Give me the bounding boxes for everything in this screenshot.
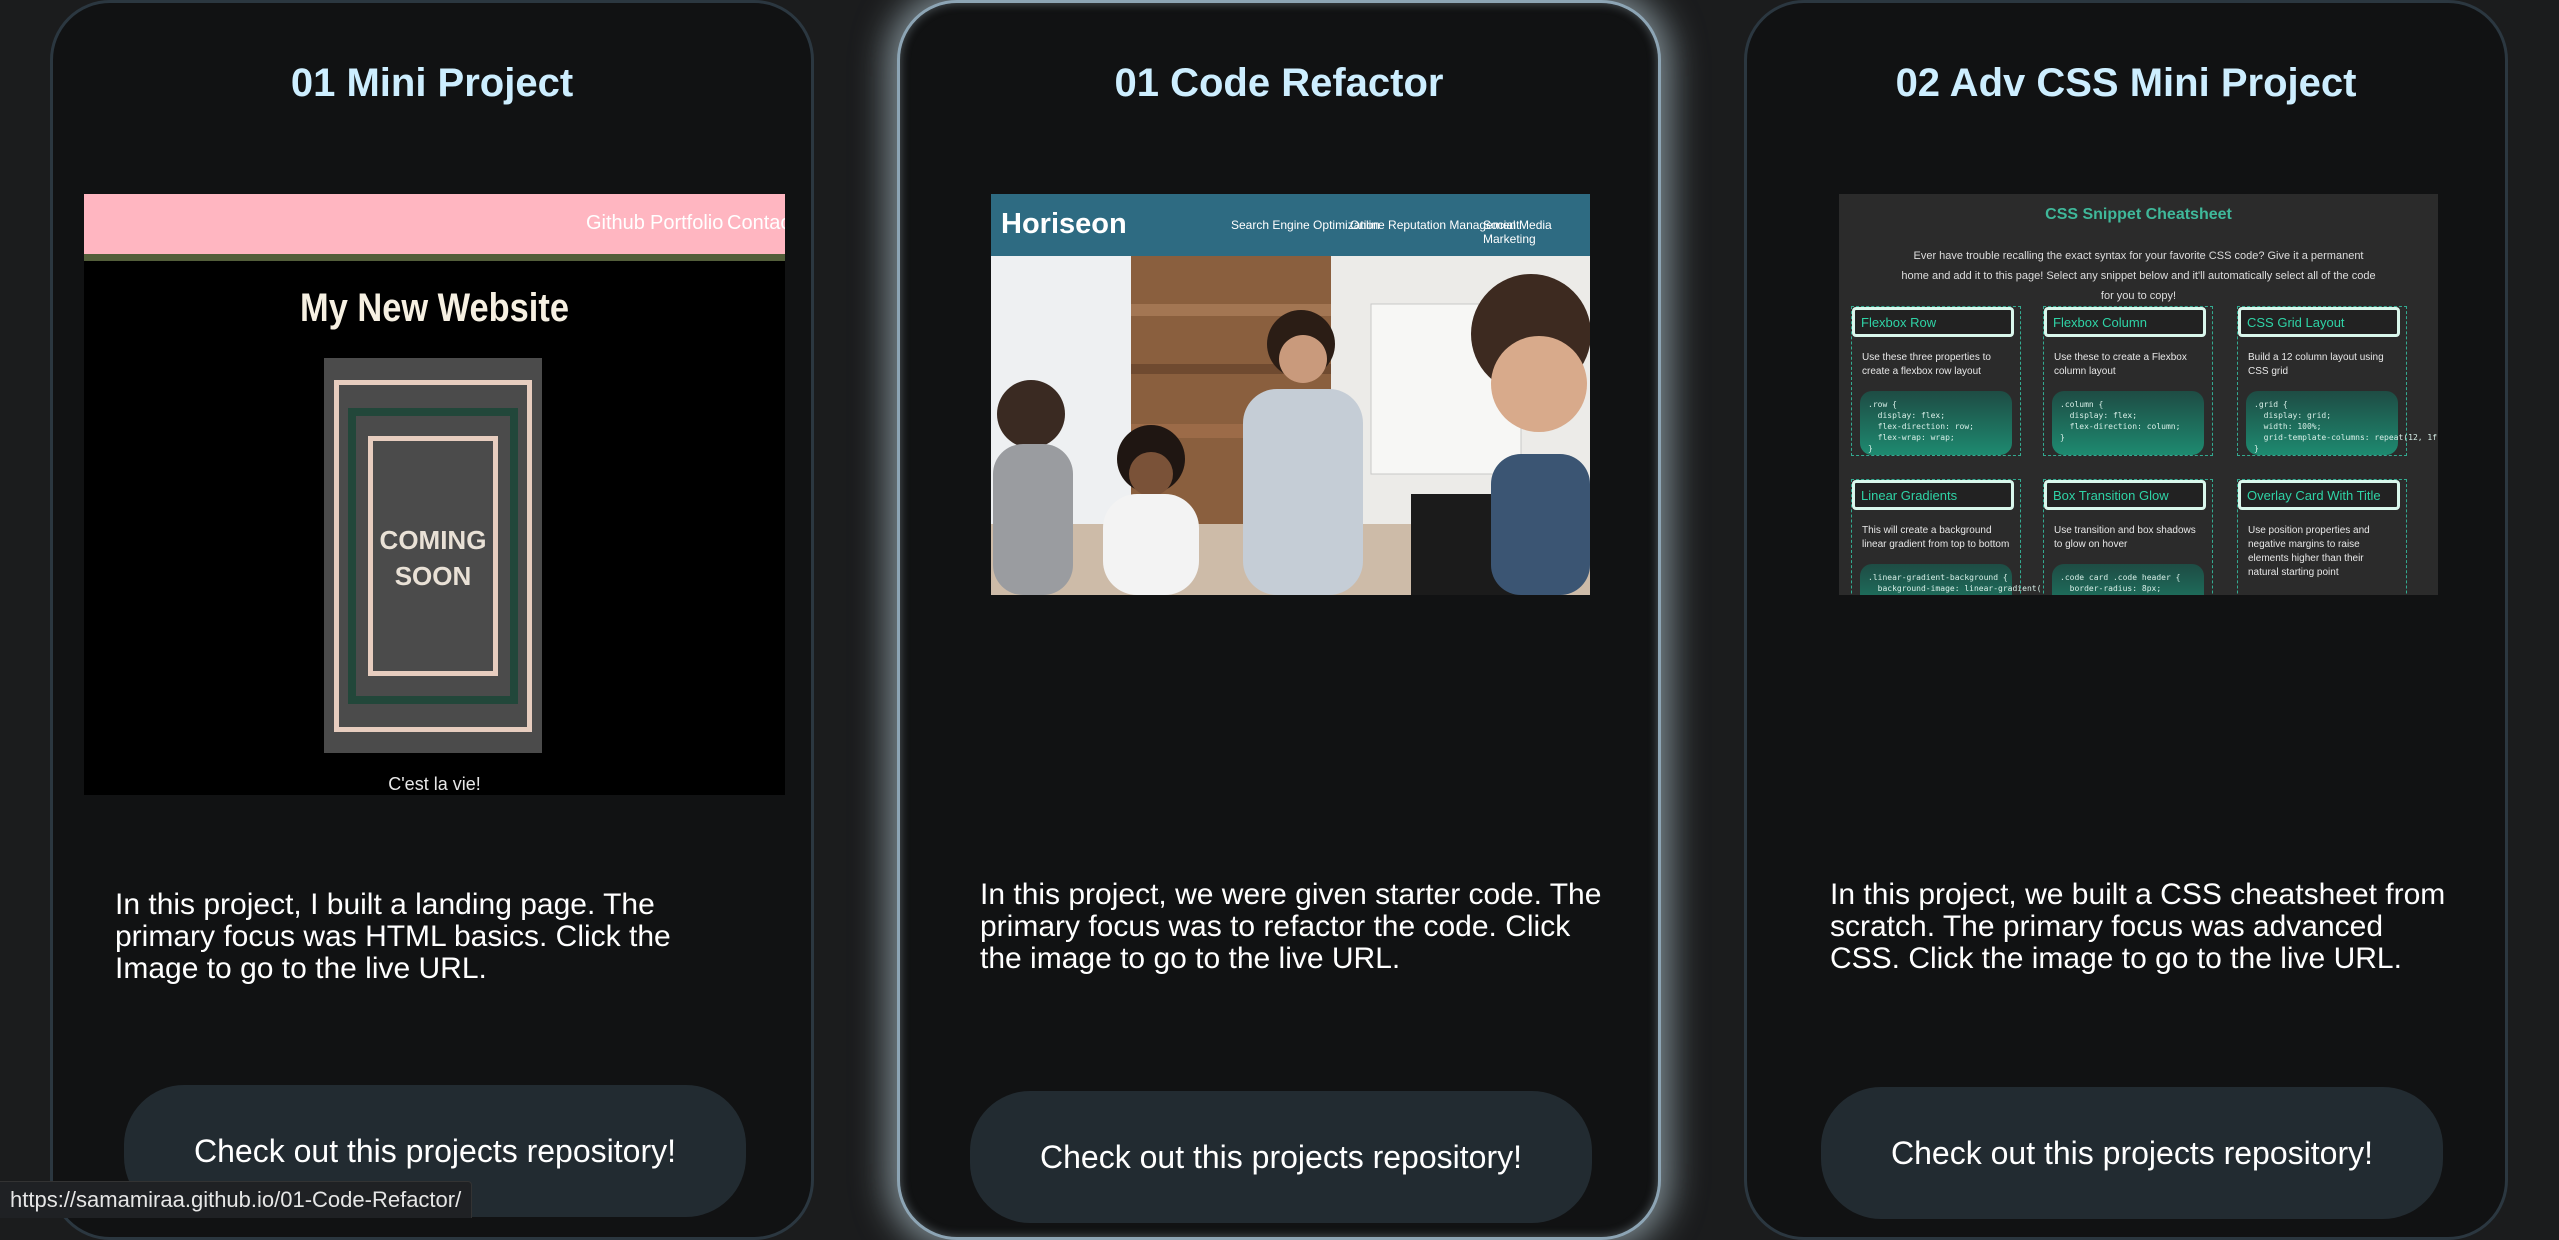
project-title: 01 Code Refactor (1114, 61, 1444, 105)
project-title: 02 Adv CSS Mini Project (1895, 61, 2357, 105)
snippet-card: Flexbox Column Use these to create a Fle… (2043, 306, 2213, 456)
project-card-3: 02 Adv CSS Mini Project CSS Snippet Chea… (1744, 0, 2508, 1240)
repository-button[interactable]: Check out this projects repository! (1821, 1087, 2443, 1219)
preview-heading: My New Website (300, 286, 569, 330)
snippet-code: .code card .code header { border-radius:… (2052, 564, 2204, 595)
snippet-description: Use these three properties to create a f… (1862, 352, 1991, 377)
preview-title: CSS Snippet Cheatsheet (2045, 206, 2232, 223)
snippet-description: This will create a background linear gra… (1862, 525, 2010, 550)
preview-header: Horiseon Search Engine Optimization Onli… (991, 194, 1590, 256)
snippet-description: Use transition and box shadows to glow o… (2054, 525, 2196, 550)
snippet-code: .row { display: flex; flex-direction: ro… (1860, 391, 2012, 455)
snippet-title: CSS Grid Layout (2238, 307, 2400, 337)
project-card-2: 01 Code Refactor Horiseon Search Engine … (897, 0, 1661, 1240)
preview-nav-contact: Contact (727, 212, 785, 234)
snippet-title: Flexbox Row (1852, 307, 2014, 337)
snippet-card: CSS Grid Layout Build a 12 column layout… (2237, 306, 2438, 456)
snippet-description: Build a 12 column layout using CSS grid (2248, 352, 2384, 377)
project-preview-image[interactable]: CSS Snippet Cheatsheet Ever have trouble… (1839, 194, 2438, 595)
project-preview-image[interactable]: Github Portfolio Contact My New Website … (84, 194, 785, 795)
project-title: 01 Mini Project (290, 61, 574, 105)
coming-soon-poster: COMING SOON (324, 358, 542, 753)
snippet-title: Box Transition Glow (2044, 480, 2206, 510)
snippet-code: .column { display: flex; flex-direction:… (2052, 391, 2204, 455)
preview-nav-github: Github (586, 212, 645, 234)
preview-caption: C'est la vie! (388, 774, 481, 794)
snippet-card: Linear Gradients This will create a back… (1851, 479, 2041, 595)
poster-text: COMING SOON (379, 525, 487, 591)
project-description: In this project, we built a CSS cheatshe… (1830, 878, 2446, 975)
snippet-code: .grid { display: grid; width: 100%; grid… (2246, 391, 2438, 455)
project-description: In this project, we were given starter c… (980, 878, 1602, 975)
repository-button[interactable]: Check out this projects repository! (970, 1091, 1592, 1223)
preview-brand: Horiseon (1001, 208, 1127, 240)
snippet-card: Box Transition Glow Use transition and b… (2043, 479, 2213, 595)
snippet-description: Use these to create a Flexbox column lay… (2054, 352, 2187, 377)
snippet-card: Flexbox Row Use these three properties t… (1851, 306, 2021, 456)
project-preview-image[interactable]: Horiseon Search Engine Optimization Onli… (991, 194, 1590, 595)
snippet-title: Linear Gradients (1852, 480, 2014, 510)
project-description: In this project, I built a landing page.… (115, 888, 671, 985)
preview-nav: Github Portfolio Contact (84, 194, 785, 261)
snippet-title: Flexbox Column (2044, 307, 2206, 337)
preview-nav-portfolio: Portfolio (650, 212, 724, 234)
snippet-card: Overlay Card With Title Use position pro… (2237, 479, 2407, 595)
preview-nav-smm: Social Media Marketing (1483, 218, 1552, 246)
project-card-1: 01 Mini Project Github Portfolio Contact… (50, 0, 814, 1240)
snippet-code: .linear-gradient-background { background… (1860, 564, 2041, 595)
snippet-title: Overlay Card With Title (2238, 480, 2400, 510)
snippet-description: Use position properties and negative mar… (2248, 525, 2370, 578)
link-status-bar: https://samamiraa.github.io/01-Code-Refa… (0, 1181, 473, 1218)
preview-intro: Ever have trouble recalling the exact sy… (1901, 250, 2376, 302)
